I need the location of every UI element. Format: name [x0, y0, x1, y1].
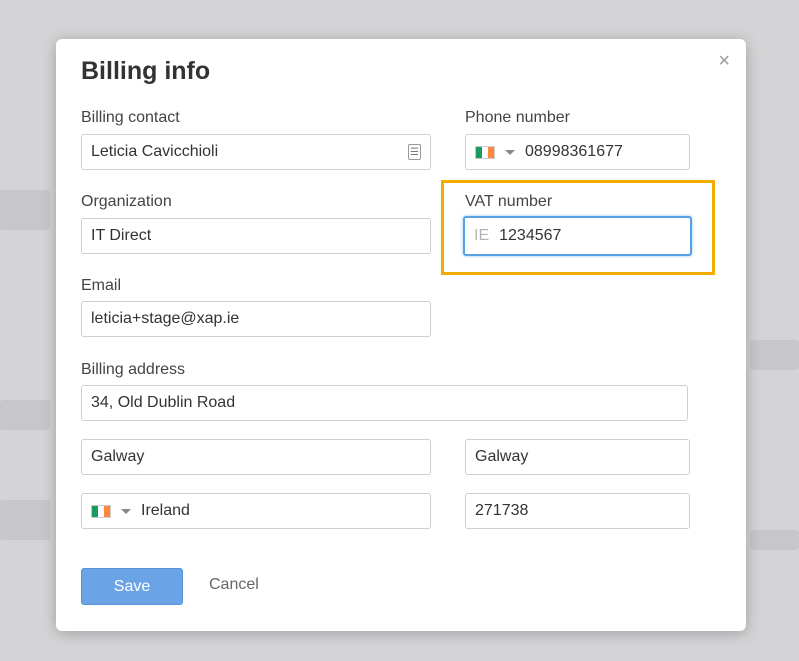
city-input[interactable]: Galway — [81, 439, 431, 475]
vat-number-value: 1234567 — [499, 227, 562, 244]
billing-contact-value: Leticia Cavicchioli — [91, 143, 219, 160]
county-input[interactable]: Galway — [465, 439, 690, 475]
phone-number-input[interactable]: 08998361677 — [465, 134, 690, 170]
country-value: Ireland — [141, 502, 190, 519]
dialog-title: Billing info — [81, 57, 211, 85]
ireland-flag-icon — [91, 504, 111, 518]
vat-country-prefix: IE — [474, 227, 490, 244]
billing-address-label: Billing address — [81, 361, 186, 378]
phone-number-value: 08998361677 — [525, 143, 623, 160]
vat-number-label: VAT number — [465, 193, 553, 210]
organization-value: IT Direct — [91, 227, 152, 244]
organization-label: Organization — [81, 193, 172, 210]
billing-contact-label: Billing contact — [81, 109, 180, 126]
city-value: Galway — [91, 448, 145, 465]
chevron-down-icon[interactable] — [121, 508, 131, 514]
phone-number-label: Phone number — [465, 109, 570, 126]
country-select[interactable]: Ireland — [81, 493, 431, 529]
contact-card-icon[interactable]: ☰ — [408, 144, 421, 160]
email-label: Email — [81, 277, 122, 294]
ireland-flag-icon[interactable] — [475, 145, 495, 159]
cancel-button[interactable]: Cancel — [209, 576, 259, 594]
organization-input[interactable]: IT Direct — [81, 218, 431, 254]
email-value: leticia+stage@xap.ie — [91, 310, 240, 327]
billing-contact-input[interactable]: Leticia Cavicchioli ☰ — [81, 134, 431, 170]
street-address-value: 34, Old Dublin Road — [91, 394, 236, 411]
save-button[interactable]: Save — [81, 568, 183, 605]
billing-info-dialog: Billing info × Billing contact Leticia C… — [56, 39, 746, 631]
county-value: Galway — [475, 448, 529, 465]
vat-number-input[interactable]: IE 1234567 — [463, 216, 692, 256]
postal-code-value: 271738 — [475, 502, 529, 519]
street-address-input[interactable]: 34, Old Dublin Road — [81, 385, 688, 421]
postal-code-input[interactable]: 271738 — [465, 493, 690, 529]
close-icon[interactable]: × — [718, 51, 730, 71]
chevron-down-icon[interactable] — [505, 149, 515, 155]
email-input[interactable]: leticia+stage@xap.ie — [81, 301, 431, 337]
